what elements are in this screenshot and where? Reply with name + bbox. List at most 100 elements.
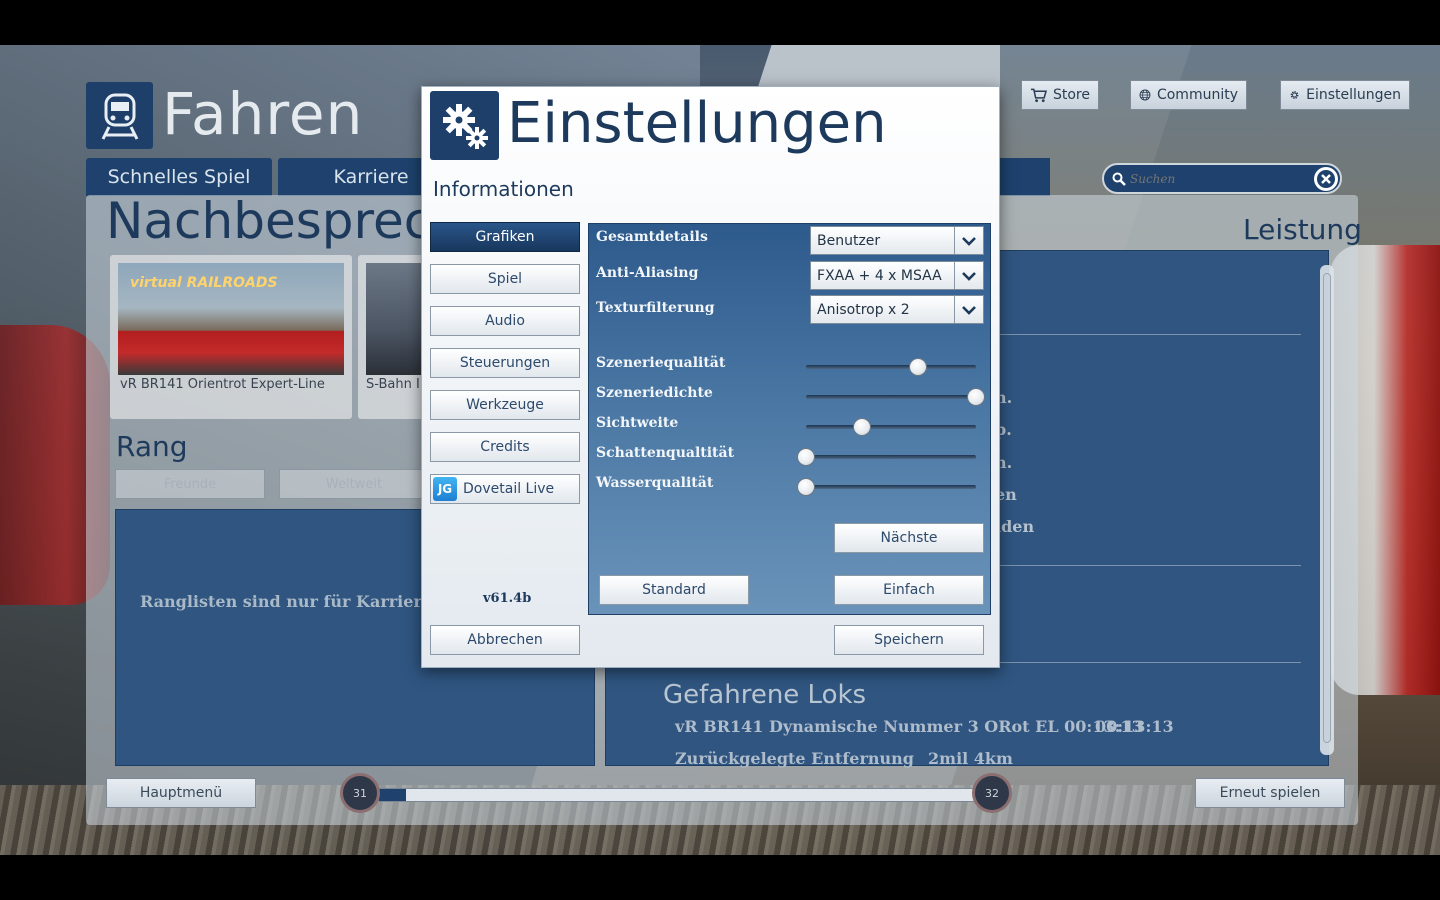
slider-track[interactable]	[806, 485, 976, 489]
slider-track[interactable]	[806, 425, 976, 429]
scenario-card[interactable]: virtual RAILROADS vR BR141 Orientrot Exp…	[110, 255, 352, 419]
train-icon	[101, 93, 138, 140]
worldwide-button[interactable]: Weltweit	[279, 469, 429, 499]
scenario-card[interactable]: S-Bahn I	[358, 255, 424, 419]
performance-scrollbar[interactable]	[1320, 265, 1334, 755]
distance-label: Zurückgelegte Entfernung	[675, 749, 914, 768]
divider	[995, 662, 1301, 663]
level-progress-fill	[379, 789, 406, 801]
standard-button[interactable]: Standard	[599, 575, 749, 605]
chevron-down-icon[interactable]	[954, 262, 983, 289]
scrollbar-thumb[interactable]	[1323, 273, 1331, 743]
simple-button[interactable]: Einfach	[834, 575, 984, 605]
water-quality-label: Wasserqualität	[596, 475, 714, 491]
gear-icon	[1290, 91, 1299, 99]
current-level-badge: 31	[340, 773, 380, 813]
select-value: FXAA + 4 x MSAA	[817, 267, 942, 284]
replay-button[interactable]: Erneut spielen	[1195, 778, 1345, 808]
texture-filtering-select[interactable]: Anisotrop x 2	[810, 295, 984, 324]
sidebar-item-dovetail-live[interactable]: JG Dovetail Live	[430, 474, 580, 504]
performance-title: Leistung	[1243, 213, 1362, 246]
leaderboard-message: Ranglisten sind nur für Karriere Sz	[140, 592, 459, 611]
view-distance-label: Sichtweite	[596, 415, 679, 431]
divider	[995, 334, 1301, 335]
sidebar-item-tools[interactable]: Werkzeuge	[430, 390, 580, 420]
virtual-railroads-logo: virtual RAILROADS	[130, 275, 278, 291]
store-label: Store	[1052, 87, 1090, 103]
community-label: Community	[1156, 87, 1238, 103]
slider-track[interactable]	[806, 455, 976, 459]
save-button[interactable]: Speichern	[834, 625, 984, 655]
cancel-button[interactable]: Abbrechen	[430, 625, 580, 655]
water-quality-slider[interactable]	[797, 478, 976, 496]
select-value: Benutzer	[817, 232, 881, 249]
main-menu-button[interactable]: Hauptmenü	[106, 778, 256, 808]
next-level-badge: 32	[972, 773, 1012, 813]
scenery-quality-slider[interactable]	[806, 358, 976, 376]
slider-handle[interactable]	[797, 478, 815, 496]
close-icon	[1317, 170, 1335, 188]
search-icon	[1112, 172, 1126, 186]
graphics-settings-panel: Gesamtdetails Benutzer Anti-Aliasing FXA…	[588, 223, 991, 615]
anti-aliasing-select[interactable]: FXAA + 4 x MSAA	[810, 261, 984, 290]
chevron-down-icon[interactable]	[954, 296, 983, 323]
distance-value: 2mil 4km	[928, 749, 1013, 768]
loco-entry: vR BR141 Dynamische Nummer 3 ORot EL 00:…	[675, 717, 1143, 736]
next-button[interactable]: Nächste	[834, 523, 984, 553]
anti-aliasing-label: Anti-Aliasing	[596, 265, 699, 281]
slider-handle[interactable]	[909, 358, 928, 376]
scenario-card-label: S-Bahn I	[366, 377, 420, 392]
scenario-card-label: vR BR141 Orientrot Expert-Line	[120, 377, 325, 392]
sidebar-item-audio[interactable]: Audio	[430, 306, 580, 336]
sidebar-item-controls[interactable]: Steuerungen	[430, 348, 580, 378]
section-title: Fahren	[162, 80, 364, 148]
sidebar-item-label: Dovetail Live	[463, 481, 555, 497]
version-label: v61.4b	[483, 591, 532, 606]
store-button[interactable]: Store	[1021, 80, 1099, 110]
chevron-down-icon[interactable]	[954, 227, 983, 254]
scenario-thumbnail	[366, 263, 424, 375]
debrief-title: Nachbesprech	[106, 192, 463, 250]
rank-title: Rang	[116, 430, 188, 463]
sidebar-item-credits[interactable]: Credits	[430, 432, 580, 462]
overall-detail-select[interactable]: Benutzer	[810, 226, 984, 255]
friends-button[interactable]: Freunde	[115, 469, 265, 499]
scenery-quality-label: Szeneriequalität	[596, 355, 726, 371]
community-button[interactable]: Community	[1130, 80, 1247, 110]
slider-handle[interactable]	[797, 448, 815, 466]
shadow-quality-label: Schattenqualtität	[596, 445, 735, 461]
globe-icon	[1139, 89, 1151, 101]
settings-label: Einstellungen	[1306, 87, 1401, 103]
game-screen: Fahren Schnelles Spiel Karriere Nachbesp…	[0, 0, 1440, 900]
search-box[interactable]	[1102, 163, 1342, 194]
shadow-quality-slider[interactable]	[797, 448, 976, 466]
slider-track[interactable]	[806, 395, 976, 399]
sidebar-item-game[interactable]: Spiel	[430, 264, 580, 294]
texture-filtering-label: Texturfilterung	[596, 300, 715, 316]
dialog-title: Einstellungen	[507, 91, 887, 156]
view-distance-slider[interactable]	[806, 418, 976, 436]
driving-section-icon	[86, 82, 153, 149]
tab-quick-game[interactable]: Schnelles Spiel	[86, 158, 272, 196]
locos-title: Gefahrene Loks	[663, 680, 867, 710]
gears-icon	[442, 103, 488, 149]
sidebar-item-graphics[interactable]: Grafiken	[430, 222, 580, 252]
dialog-subtitle: Informationen	[433, 177, 574, 201]
select-value: Anisotrop x 2	[817, 301, 910, 318]
dovetail-live-icon: JG	[433, 477, 457, 501]
search-input[interactable]	[1130, 170, 1310, 188]
loco-time: 00:13:13	[1095, 717, 1174, 736]
settings-dialog: Einstellungen Informationen Grafiken Spi…	[421, 86, 1000, 668]
overall-detail-label: Gesamtdetails	[596, 229, 708, 245]
scenery-density-label: Szeneriedichte	[596, 385, 713, 401]
search-clear-button[interactable]	[1314, 167, 1338, 191]
cart-icon	[1030, 88, 1047, 103]
slider-handle[interactable]	[853, 418, 872, 436]
dialog-icon	[430, 91, 499, 160]
settings-button[interactable]: Einstellungen	[1280, 80, 1410, 110]
slider-track[interactable]	[806, 365, 976, 369]
performance-line: ıden	[995, 517, 1035, 536]
scenario-thumbnail: virtual RAILROADS	[118, 263, 344, 375]
slider-handle[interactable]	[967, 388, 985, 406]
scenery-density-slider[interactable]	[806, 388, 985, 406]
